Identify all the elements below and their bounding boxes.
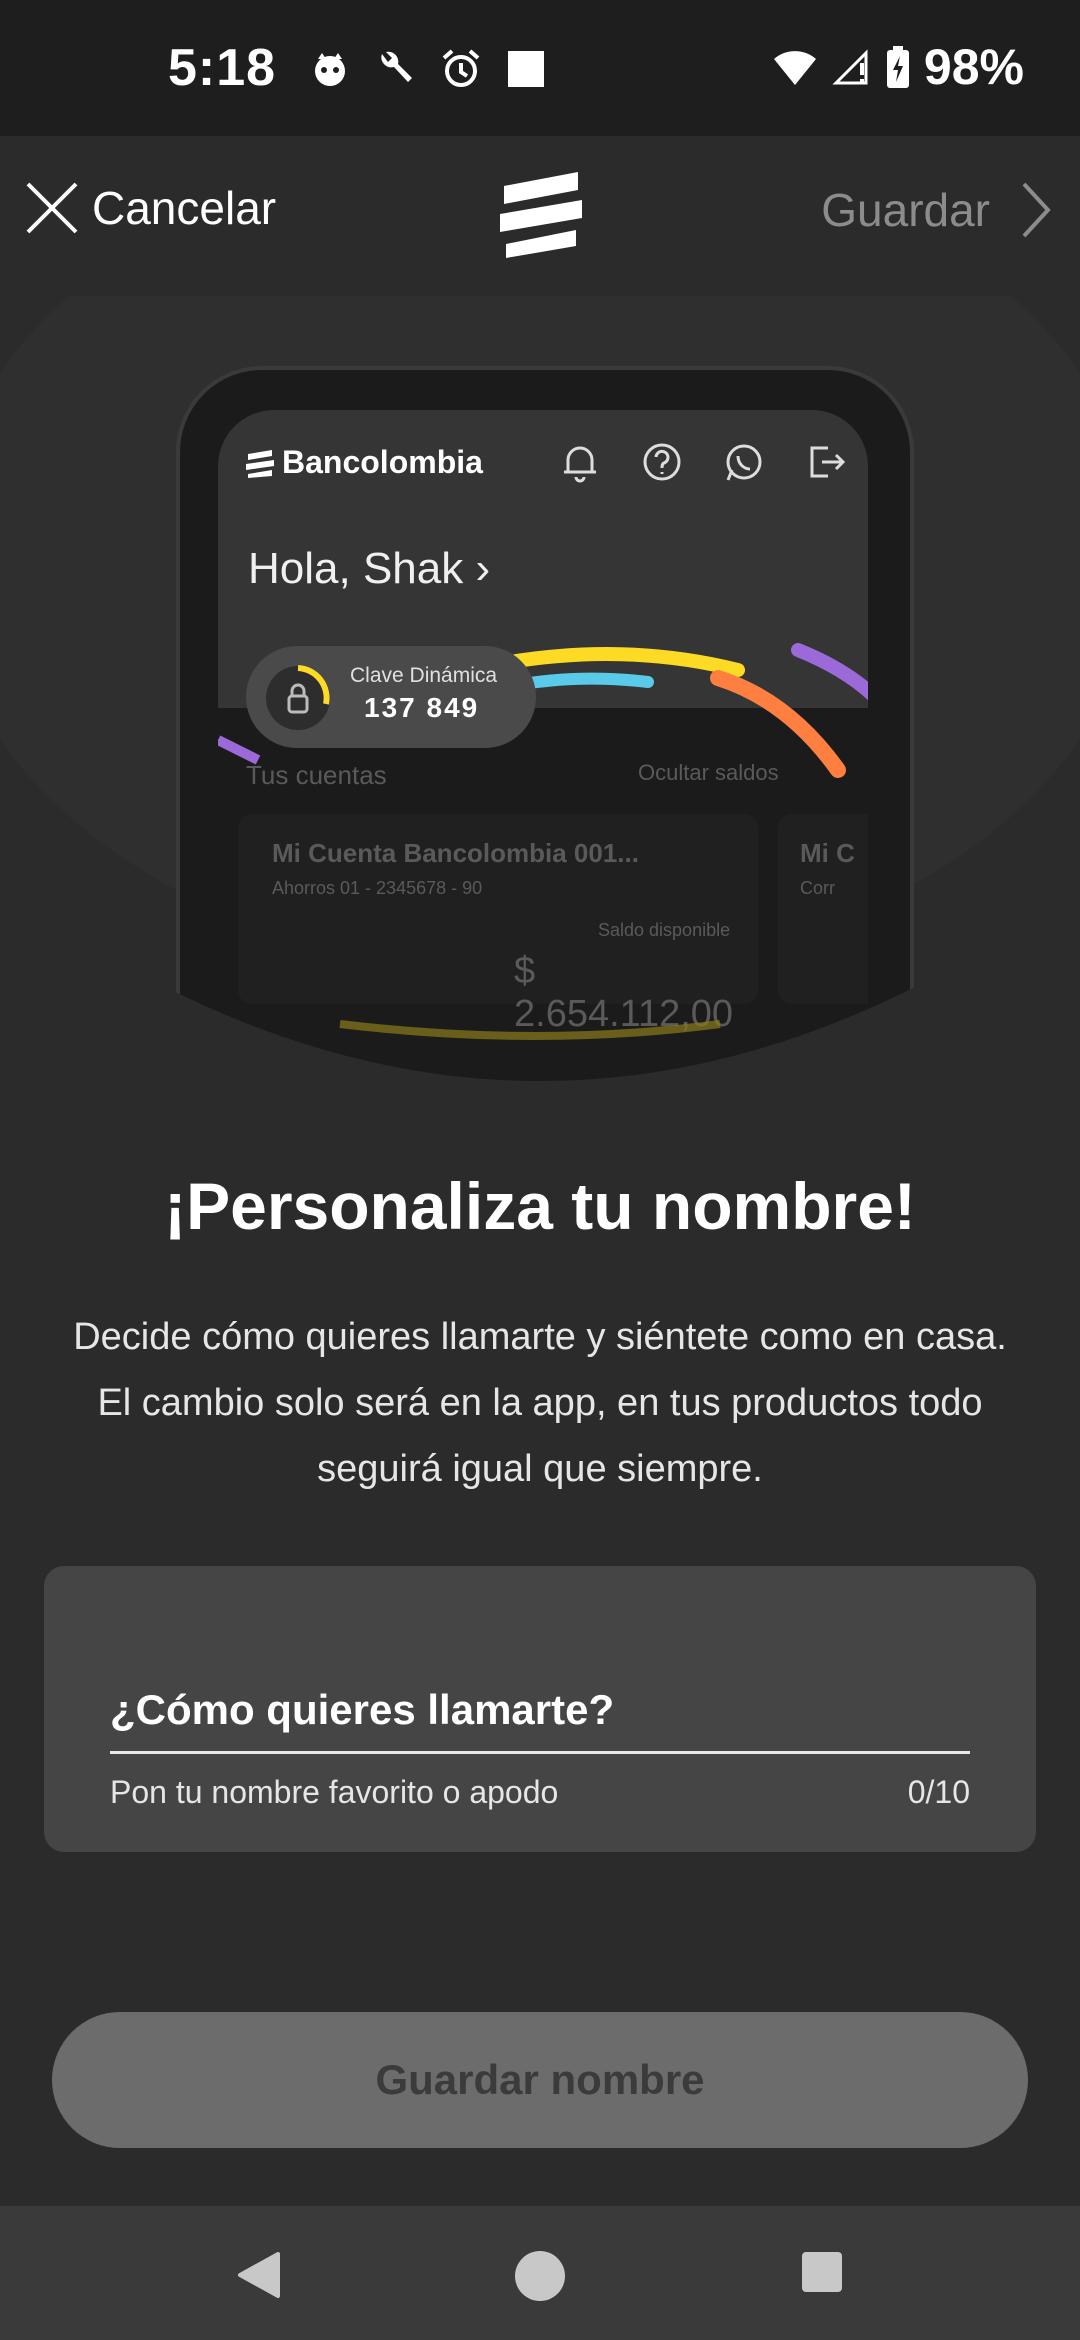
name-input-helper: Pon tu nombre favorito o apodo	[110, 1774, 559, 1810]
chevron-right-icon	[1022, 182, 1051, 238]
cancel-button[interactable]: Cancelar	[24, 180, 276, 236]
hero-illustration: Bancolombia Hola, Shak › Tus cuentas Ocu…	[0, 296, 1080, 1136]
back-nav-icon[interactable]	[234, 2250, 284, 2300]
status-icons-right: 98%	[772, 38, 1024, 96]
bancolombia-logo	[500, 172, 582, 258]
status-bar: 5:18 98%	[0, 0, 1080, 136]
save-header-button[interactable]: Guardar	[821, 180, 1052, 240]
navigation-bar	[0, 2206, 1080, 2340]
battery-percent: 98%	[923, 39, 1024, 95]
alarm-icon	[442, 49, 480, 87]
close-icon	[26, 182, 78, 234]
cat-icon	[315, 53, 345, 86]
wrench-icon	[381, 51, 412, 82]
home-nav-icon[interactable]	[514, 2250, 566, 2302]
save-header-label: Guardar	[821, 184, 990, 236]
recents-nav-icon[interactable]	[800, 2250, 844, 2294]
battery-icon	[886, 46, 909, 88]
save-name-button[interactable]: Guardar nombre	[52, 2012, 1028, 2148]
status-time: 5:18	[168, 39, 277, 97]
square-icon	[508, 51, 544, 87]
cancel-label: Cancelar	[92, 182, 277, 234]
hero-curve	[0, 886, 1080, 1136]
page-description: Decide cómo quieres llamarte y siéntete …	[73, 1316, 1007, 1490]
name-input-card[interactable]: ¿Cómo quieres llamarte? Pon tu nombre fa…	[44, 1566, 1036, 1852]
character-counter: 0/10	[907, 1774, 970, 1810]
page-title: ¡Personaliza tu nombre!	[164, 1169, 916, 1243]
app-header: Cancelar Guardar	[0, 136, 1080, 296]
wifi-icon	[773, 51, 816, 85]
status-icons-left	[310, 48, 546, 90]
signal-icon	[832, 49, 868, 85]
name-input-label[interactable]: ¿Cómo quieres llamarte?	[110, 1686, 614, 1734]
name-input-underline[interactable]	[110, 1751, 970, 1754]
